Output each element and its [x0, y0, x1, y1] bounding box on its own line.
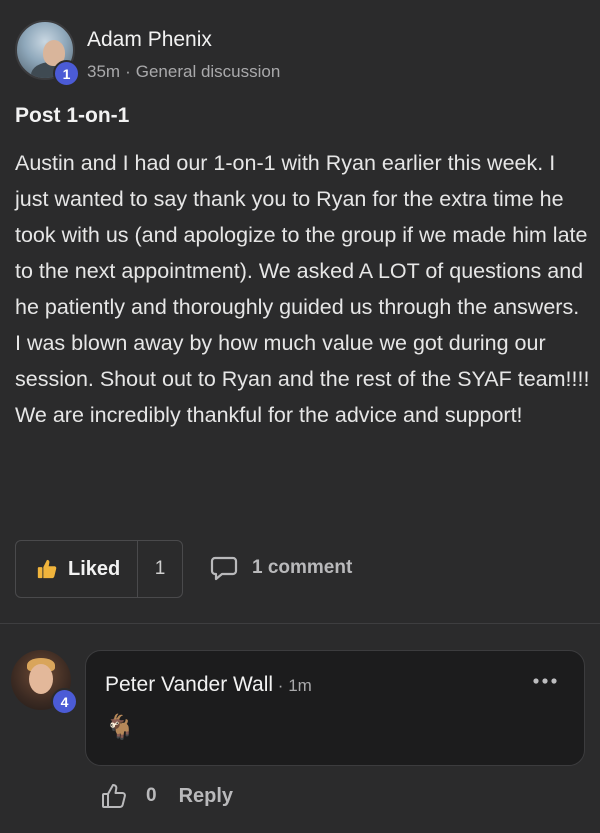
- comment-count-label: 1 comment: [252, 557, 353, 578]
- author-name[interactable]: Adam Phenix: [87, 28, 212, 52]
- ellipsis-icon[interactable]: [532, 675, 558, 687]
- like-label: Liked: [68, 557, 121, 580]
- post-title: Post 1-on-1: [15, 104, 130, 127]
- commenter-header: Peter Vander Wall · 1m: [105, 673, 312, 697]
- commenter-name[interactable]: Peter Vander Wall: [105, 673, 273, 696]
- commenter-level-badge: 4: [51, 688, 78, 715]
- speech-bubble-icon: [210, 556, 238, 581]
- thumbs-up-icon[interactable]: [100, 782, 128, 810]
- post-actions: Liked 1 1 comment: [15, 540, 585, 598]
- comment-actions: 0 Reply: [100, 782, 233, 810]
- post-body: Austin and I had our 1-on-1 with Ryan ea…: [15, 151, 590, 427]
- section-divider: [0, 623, 600, 624]
- comment-button[interactable]: 1 comment: [210, 554, 352, 582]
- avatar-face: [29, 664, 53, 694]
- author-level-badge: 1: [53, 60, 80, 87]
- post-header: 1 Adam Phenix 35m · General discussion: [15, 20, 585, 87]
- post-meta: 35m · General discussion: [87, 62, 280, 82]
- reply-button[interactable]: Reply: [179, 785, 233, 808]
- comment-like-count: 0: [146, 785, 157, 806]
- like-toggle[interactable]: Liked: [16, 541, 138, 597]
- thumbs-up-icon: [37, 559, 57, 579]
- comment-time-separator: ·: [273, 676, 289, 695]
- like-count[interactable]: 1: [138, 558, 182, 580]
- post-category[interactable]: General discussion: [136, 62, 281, 81]
- meta-separator: ·: [125, 62, 131, 81]
- comment-bubble: Peter Vander Wall · 1m 🐐: [85, 650, 585, 766]
- comment-content: 🐐: [105, 714, 135, 741]
- comment-time: 1m: [288, 676, 312, 695]
- like-button[interactable]: Liked 1: [15, 540, 183, 598]
- post-time: 35m: [87, 62, 121, 81]
